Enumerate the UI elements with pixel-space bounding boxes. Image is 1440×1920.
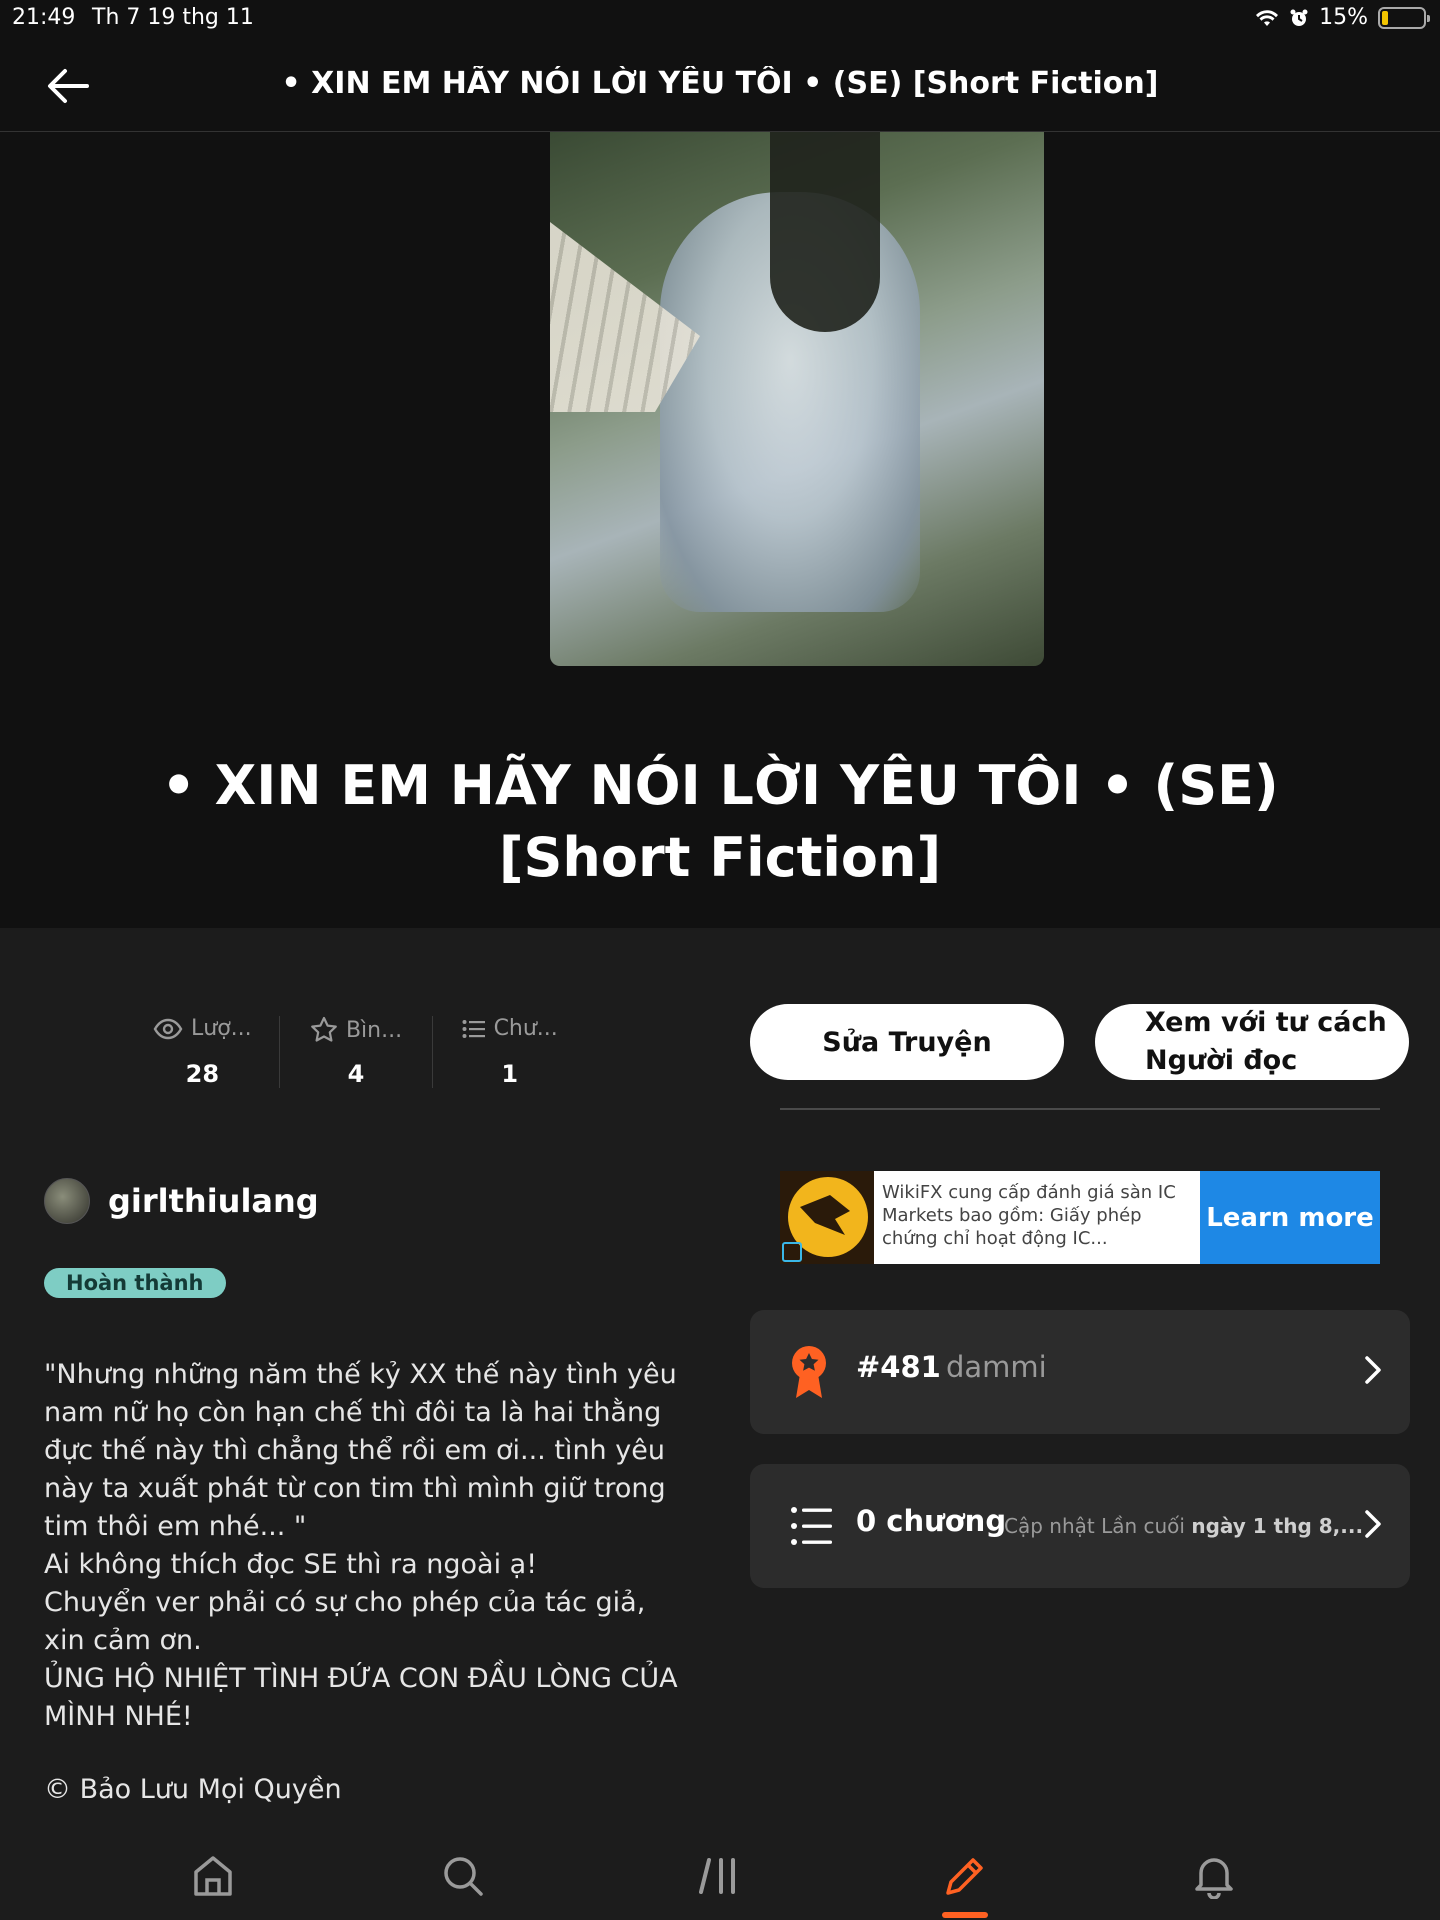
stat-reads-value: 28	[185, 1060, 220, 1088]
stat-reads-label: Lượ...	[191, 1016, 252, 1041]
chapters-card[interactable]: 0 chương Cập nhật Lần cuối ngày 1 thg 8,…	[750, 1464, 1410, 1588]
stat-votes-value: 4	[347, 1060, 365, 1088]
stat-reads: Lượ... 28	[126, 1016, 280, 1088]
story-stats: Lượ... 28 Bìn... 4 Chư... 1	[126, 1016, 586, 1088]
avatar[interactable]	[44, 1178, 90, 1224]
tab-library[interactable]	[688, 1846, 748, 1906]
search-icon	[444, 1857, 483, 1896]
tab-notifications[interactable]	[1184, 1846, 1244, 1906]
last-updated-date: ngày 1 thg 8,...	[1191, 1514, 1364, 1538]
ad-choices-icon[interactable]	[782, 1242, 802, 1262]
author-row[interactable]: girlthiulang	[44, 1178, 319, 1224]
table-of-contents-icon	[791, 1507, 832, 1545]
bottom-tab-bar	[0, 1830, 1440, 1920]
status-icons: 15%	[1255, 5, 1430, 30]
stat-parts-value: 1	[501, 1060, 519, 1088]
rank-number: #481	[856, 1350, 941, 1384]
battery-percent: 15%	[1319, 5, 1368, 30]
library-icon	[699, 1858, 735, 1894]
battery-icon	[1378, 6, 1430, 29]
status-time: 21:49	[12, 5, 76, 30]
edit-story-button[interactable]: Sửa Truyện	[750, 1004, 1064, 1080]
eye-icon	[153, 1018, 183, 1039]
description-line: Ai không thích đọc SE thì ra ngoài ạ!	[44, 1549, 538, 1580]
stat-votes-label: Bìn...	[345, 1017, 403, 1043]
edit-story-label: Sửa Truyện	[822, 1026, 992, 1058]
battery-level	[1382, 10, 1388, 25]
wifi-icon	[1256, 9, 1279, 26]
stat-parts: Chư... 1	[433, 1016, 586, 1088]
view-as-reader-button[interactable]: Xem với tư cách Người đọc	[1095, 1004, 1409, 1080]
story-title: • XIN EM HÃY NÓI LỜI YÊU TÔI • (SE) [Sho…	[161, 754, 1279, 889]
story-description: "Nhưng những năm thế kỷ XX thế này tình …	[44, 1356, 684, 1736]
status-bar: 21:49 Th 7 19 thg 11 15%	[0, 0, 1440, 38]
ad-banner[interactable]: WikiFX cung cấp đánh giá sàn IC Markets …	[780, 1171, 1380, 1264]
description-line: "Nhưng những năm thế kỷ XX thế này tình …	[44, 1359, 686, 1542]
alarm-icon	[1290, 9, 1308, 26]
description-line: ỦNG HỘ NHIỆT TÌNH ĐỨA CON ĐẦU LÒNG CỦA M…	[44, 1663, 687, 1732]
chevron-right-icon	[1365, 1356, 1381, 1384]
ad-text: WikiFX cung cấp đánh giá sàn IC Markets …	[874, 1171, 1200, 1264]
copyright: © Bảo Lưu Mọi Quyền	[44, 1774, 342, 1805]
bell-icon	[1195, 1858, 1233, 1899]
description-line: Chuyển ver phải có sự cho phép của tác g…	[44, 1587, 654, 1656]
chevron-right-icon	[1365, 1510, 1381, 1538]
write-icon	[946, 1858, 983, 1895]
stat-parts-label: Chư...	[493, 1016, 558, 1041]
back-button[interactable]	[44, 62, 92, 110]
view-as-reader-label-line2: Người đọc	[1145, 1045, 1298, 1076]
story-header: • XIN EM HÃY NÓI LỜI YÊU TÔI • (SE) [Sho…	[0, 132, 1440, 928]
nav-title: • XIN EM HÃY NÓI LỜI YÊU TÔI • (SE) [Sho…	[281, 66, 1159, 101]
last-updated: Cập nhật Lần cuối ngày 1 thg 8,...	[1004, 1514, 1363, 1538]
list-icon	[462, 1019, 485, 1038]
ranking-badge-icon	[792, 1346, 826, 1398]
divider	[780, 1108, 1380, 1110]
status-badge: Hoàn thành	[44, 1268, 226, 1298]
active-tab-indicator	[942, 1912, 988, 1918]
view-as-reader-label-line1: Xem với tư cách	[1145, 1007, 1387, 1038]
tab-search[interactable]	[433, 1846, 493, 1906]
home-icon	[194, 1856, 232, 1896]
tab-home[interactable]	[183, 1846, 243, 1906]
nav-bar: • XIN EM HÃY NÓI LỜI YÊU TÔI • (SE) [Sho…	[0, 38, 1440, 132]
star-icon	[311, 1016, 337, 1042]
cover-image	[550, 132, 1044, 666]
last-updated-prefix: Cập nhật Lần cuối	[1004, 1514, 1185, 1538]
ad-learn-more-button[interactable]: Learn more	[1200, 1171, 1380, 1264]
ad-logo	[780, 1171, 874, 1264]
author-name[interactable]: girlthiulang	[108, 1182, 319, 1220]
stat-votes: Bìn... 4	[280, 1016, 434, 1088]
tab-write[interactable]	[935, 1846, 995, 1906]
chapter-count: 0 chương	[856, 1504, 1007, 1538]
status-date: Th 7 19 thg 11	[92, 5, 254, 30]
ranking-card[interactable]: #481 dammi	[750, 1310, 1410, 1434]
arrow-left-icon	[48, 69, 89, 103]
rank-tag: dammi	[946, 1350, 1047, 1384]
cover-hair	[770, 132, 880, 332]
